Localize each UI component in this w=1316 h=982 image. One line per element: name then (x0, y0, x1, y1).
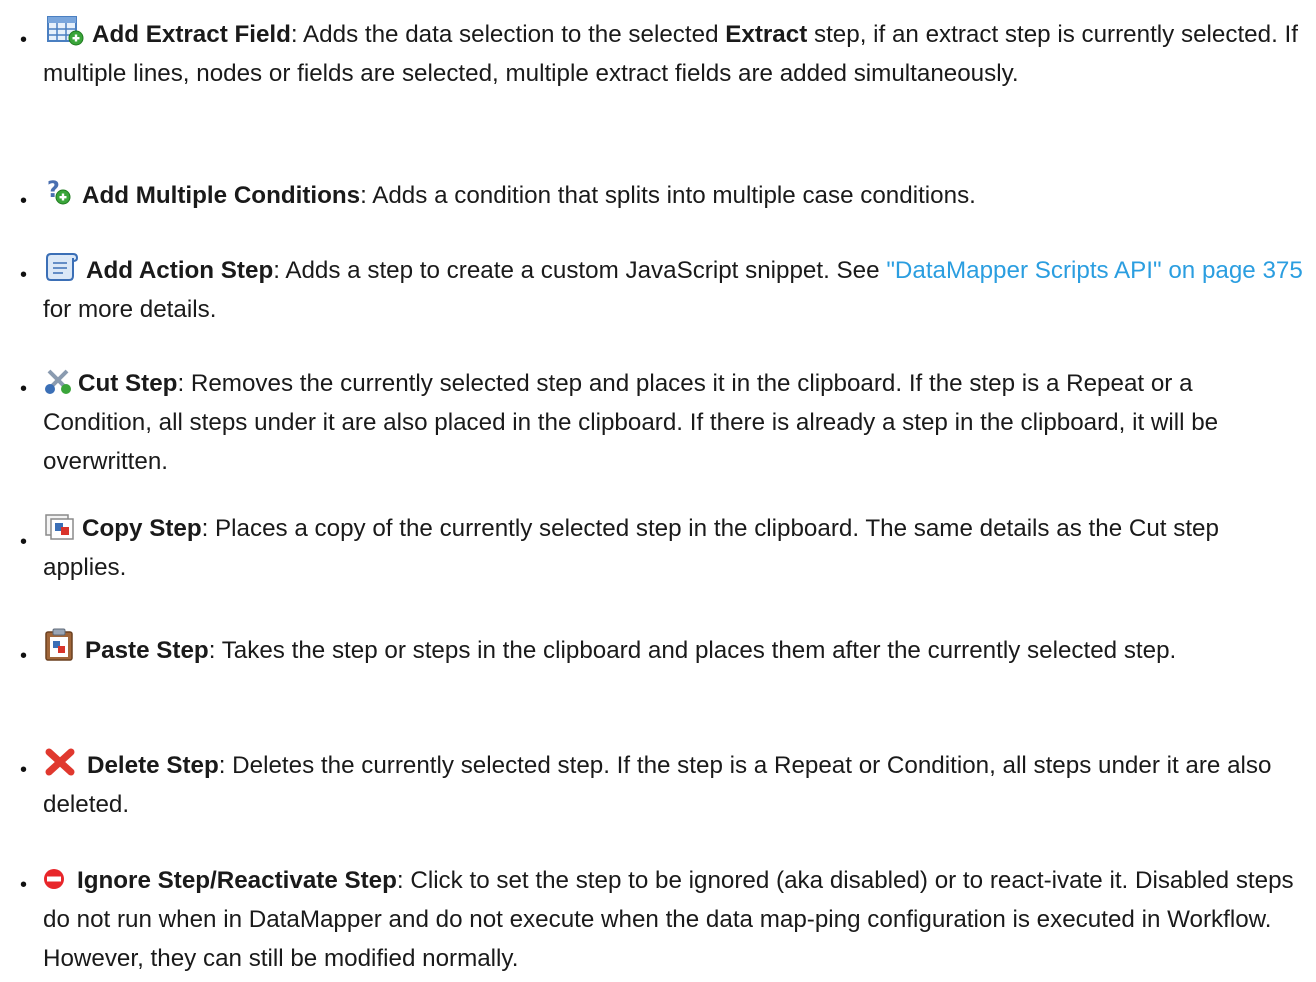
list-item-text: Cut Step: Removes the currently selected… (43, 364, 1308, 481)
item-title: Delete Step (87, 752, 219, 779)
bullet: • (20, 645, 28, 667)
copy-step-icon (43, 512, 75, 540)
bullet: • (20, 874, 28, 896)
list-item-text: Delete Step: Deletes the currently selec… (43, 746, 1308, 824)
list-item-text: Copy Step: Places a copy of the currentl… (43, 509, 1308, 587)
bullet: • (20, 264, 28, 286)
bullet: • (20, 531, 28, 553)
ignore-step-icon (43, 868, 65, 890)
document-page: • Add Extract Field: Adds the data selec… (0, 0, 1316, 982)
list-item-text: Paste Step: Takes the step or steps in t… (43, 628, 1308, 670)
bullet: • (20, 190, 28, 212)
list-item-text: Add Action Step: Adds a step to create a… (43, 250, 1308, 329)
bullet: • (20, 378, 28, 400)
item-description: : Places a copy of the currently selecte… (43, 515, 1219, 581)
item-title: Cut Step (78, 370, 178, 397)
item-description: : Removes the currently selected step an… (43, 370, 1219, 475)
item-description: : Adds a condition that splits into mult… (360, 182, 976, 209)
item-title: Add Multiple Conditions (82, 182, 361, 209)
bullet: • (20, 29, 28, 51)
add-action-step-icon (43, 250, 79, 282)
cut-step-icon (43, 367, 75, 395)
extract-term: Extract (725, 21, 808, 48)
item-title: Copy Step (82, 515, 202, 542)
item-description: : Takes the step or steps in the clipboa… (208, 637, 1177, 664)
item-title: Add Extract Field (92, 21, 291, 48)
list-item-text: Add Extract Field: Adds the data selecti… (43, 15, 1308, 93)
item-description-cont: for more details. (43, 296, 217, 323)
item-title: Add Action Step (86, 257, 274, 284)
list-item-text: ? Add Multiple Conditions: Adds a condit… (43, 176, 1308, 215)
datamapper-scripts-api-link[interactable]: "DataMapper Scripts API" on page 375 (886, 257, 1303, 284)
list-item-text: Ignore Step/Reactivate Step: Click to se… (43, 861, 1308, 978)
delete-step-icon (43, 747, 77, 777)
paste-step-icon (43, 628, 75, 662)
bullet: • (20, 759, 28, 781)
item-title: Paste Step (85, 637, 209, 664)
add-multiple-conditions-icon: ? (43, 177, 75, 207)
item-title: Ignore Step/Reactivate Step (77, 867, 397, 894)
item-description: : Deletes the currently selected step. I… (43, 752, 1272, 818)
item-description: : Adds the data selection to the selecte… (290, 21, 726, 48)
item-description: : Adds a step to create a custom JavaScr… (273, 257, 887, 284)
add-extract-field-icon (43, 16, 85, 46)
